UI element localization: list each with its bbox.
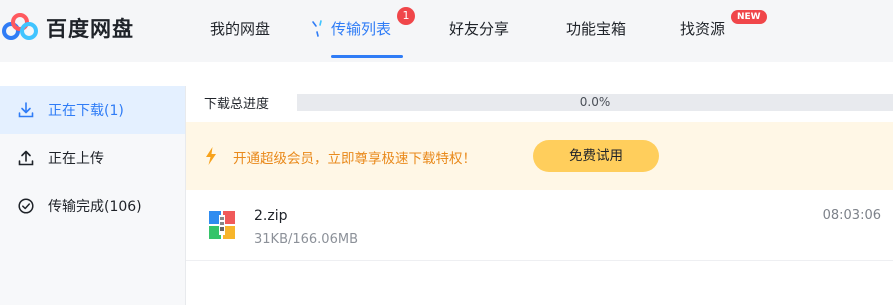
sidebar-item-downloading[interactable]: 正在下载(1) bbox=[0, 86, 185, 134]
lightning-bolt-icon bbox=[206, 147, 216, 165]
total-progress-bar: 0.0% bbox=[297, 94, 893, 111]
file-size: 31KB/166.06MB bbox=[254, 232, 358, 247]
nav-toolbox[interactable]: 功能宝箱 bbox=[566, 18, 626, 40]
nav-friend-share[interactable]: 好友分享 bbox=[449, 18, 509, 40]
transfer-sidebar: 正在下载(1) 正在上传 传输完成(106) bbox=[0, 86, 186, 305]
app-name: 百度网盘 bbox=[46, 17, 134, 41]
download-icon bbox=[18, 102, 34, 118]
transfer-count-badge: 1 bbox=[397, 7, 415, 25]
progress-label: 下载总进度 bbox=[204, 97, 270, 112]
nav-my-disk[interactable]: 我的网盘 bbox=[210, 18, 270, 40]
sidebar-item-label: 正在下载(1) bbox=[48, 103, 124, 119]
upload-icon bbox=[18, 150, 34, 166]
zip-archive-icon bbox=[209, 211, 235, 239]
promo-text: 开通超级会员，立即尊享极速下载特权！ bbox=[233, 151, 476, 167]
check-circle-icon bbox=[18, 198, 34, 214]
baidu-netdisk-cloud-icon bbox=[2, 13, 38, 40]
sidebar-item-completed[interactable]: 传输完成(106) bbox=[0, 182, 185, 230]
sidebar-item-uploading[interactable]: 正在上传 bbox=[0, 134, 185, 182]
vip-promo-banner: 开通超级会员，立即尊享极速下载特权！ 免费试用 bbox=[186, 122, 893, 190]
progress-value: 0.0% bbox=[579, 95, 611, 109]
file-time: 08:03:06 bbox=[822, 208, 881, 223]
nav-transfer-list[interactable]: 传输列表 bbox=[331, 18, 391, 40]
sidebar-item-label: 正在上传 bbox=[48, 151, 104, 167]
new-badge: NEW bbox=[731, 10, 767, 24]
app-logo[interactable]: 百度网盘 bbox=[2, 10, 134, 46]
sidebar-item-label: 传输完成(106) bbox=[48, 199, 142, 215]
free-trial-button[interactable]: 免费试用 bbox=[533, 140, 659, 172]
nav-find-resources[interactable]: 找资源 bbox=[680, 18, 725, 40]
top-header: 百度网盘 我的网盘 传输列表 1 好友分享 功能宝箱 找资源 NEW bbox=[0, 0, 893, 62]
total-progress-row: 下载总进度 0.0% bbox=[186, 86, 893, 119]
active-tab-indicator bbox=[331, 55, 403, 58]
download-row[interactable]: 2.zip 31KB/166.06MB 08:03:06 bbox=[186, 194, 893, 261]
file-name: 2.zip bbox=[254, 208, 288, 224]
sparkle-icon bbox=[312, 20, 322, 37]
